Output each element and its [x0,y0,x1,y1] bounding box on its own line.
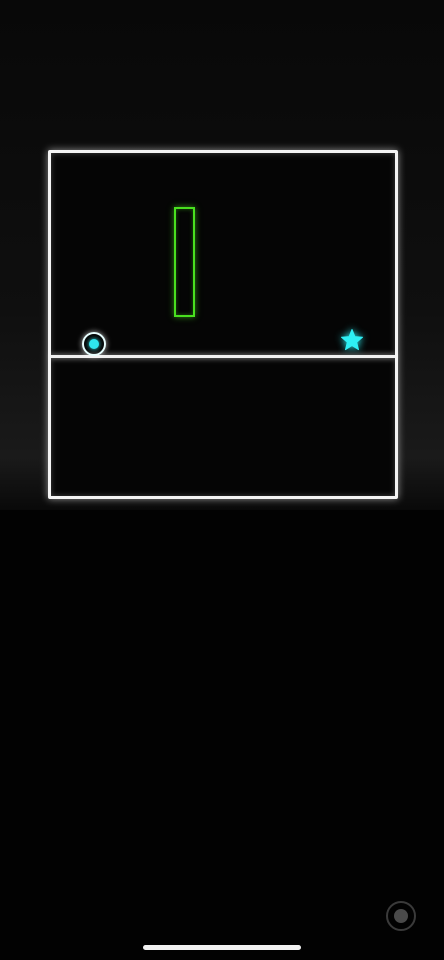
game-screen[interactable] [0,0,444,960]
background-lower [0,510,444,960]
record-icon [394,909,408,923]
game-arena[interactable] [48,150,398,499]
goal-star-shape [341,329,363,351]
green-obstacle [174,207,195,317]
star-icon [341,329,363,351]
player-ball[interactable] [82,332,106,356]
floor-line [51,355,395,358]
home-indicator[interactable] [143,945,301,950]
player-core [89,339,99,349]
record-button[interactable] [386,901,416,931]
